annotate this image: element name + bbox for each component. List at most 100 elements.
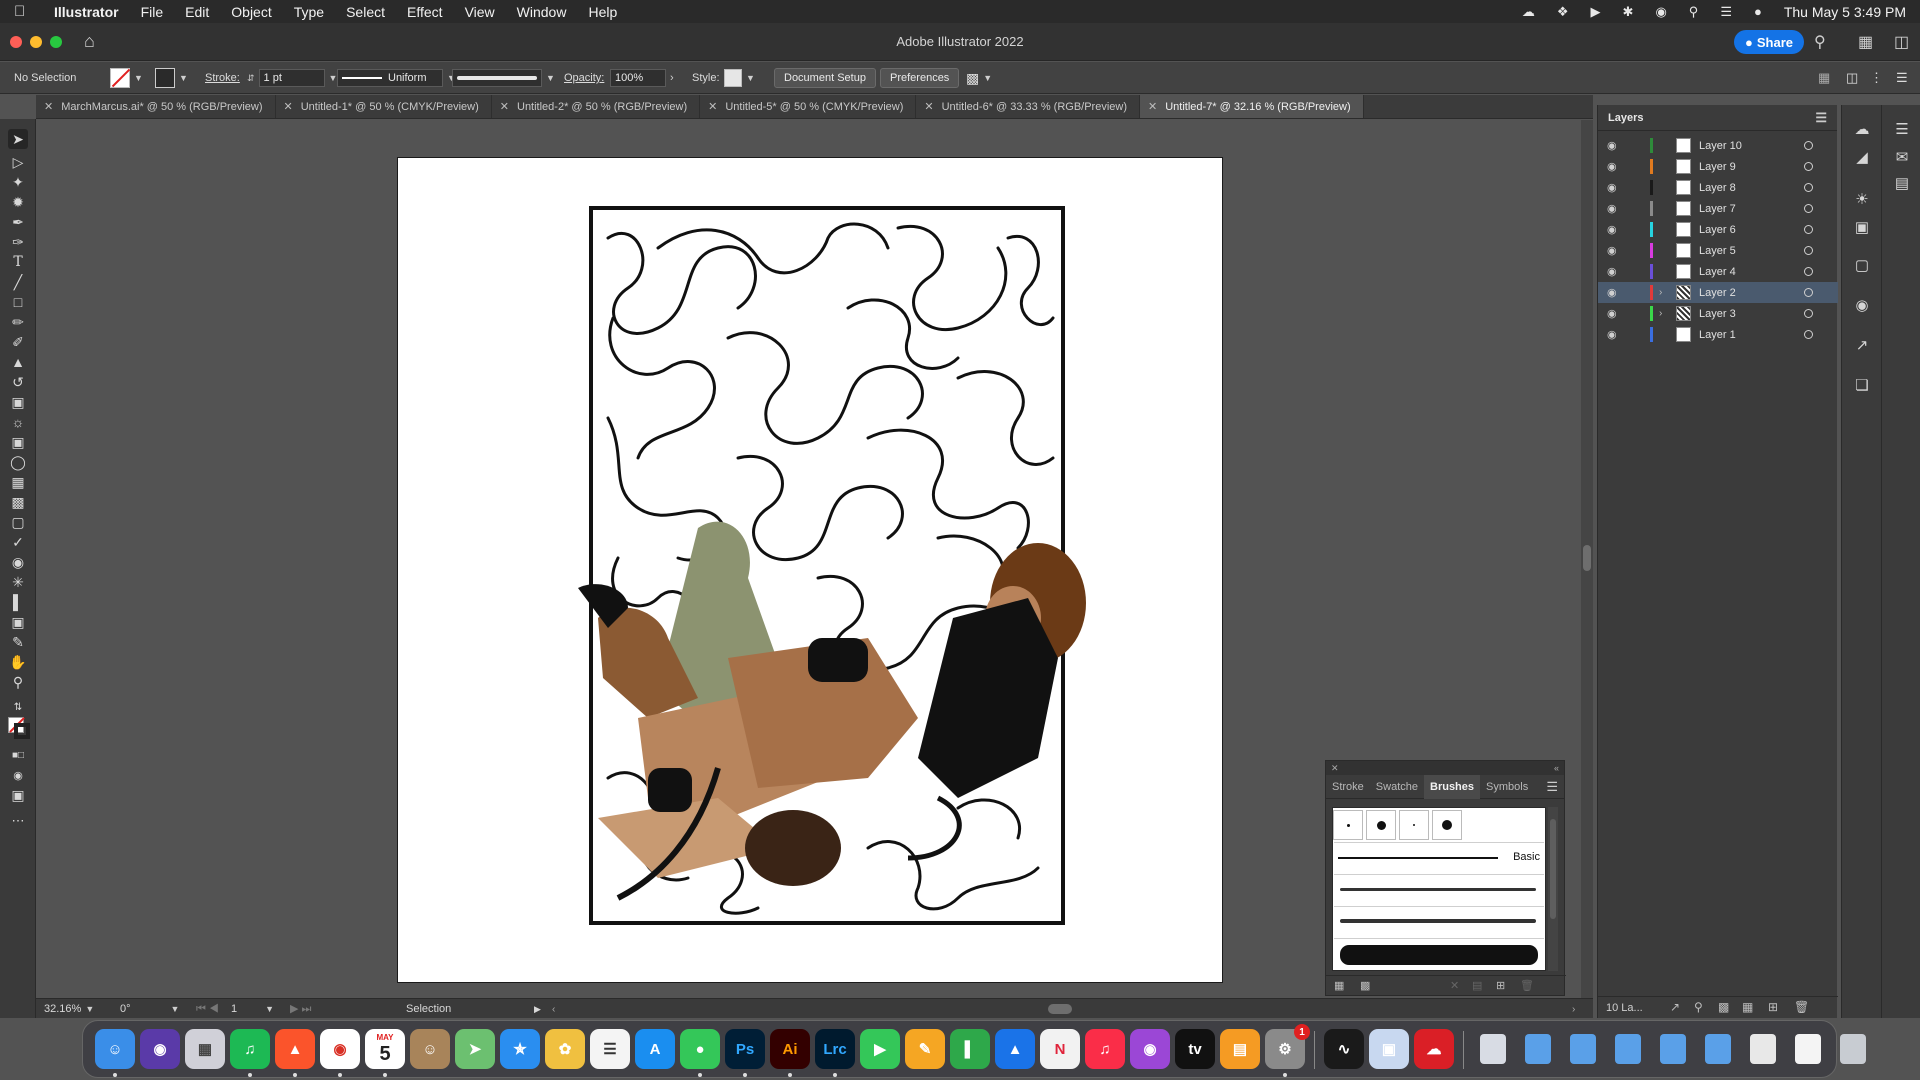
dock-app-reminders[interactable]: ☰: [590, 1029, 630, 1069]
first-artboard-icon[interactable]: ⏮ ◀: [196, 1001, 219, 1017]
dock-app-app-store[interactable]: A: [635, 1029, 675, 1069]
preferences-button[interactable]: Preferences: [880, 68, 960, 88]
curvature-tool-icon[interactable]: ✑: [8, 232, 28, 252]
gradient-tool-icon[interactable]: ▢: [8, 512, 28, 532]
dock-app-preview[interactable]: ▣: [1369, 1029, 1409, 1069]
layer-row[interactable]: ◉ Layer 4: [1598, 261, 1838, 282]
dock-app-chrome[interactable]: ◉: [320, 1029, 360, 1069]
swap-colors-icon[interactable]: ⇅: [8, 697, 28, 717]
shape-builder-tool-icon[interactable]: ◯: [8, 452, 28, 472]
lasso-tool-icon[interactable]: ✹: [8, 192, 28, 212]
libraries-icon[interactable]: ☁: [1852, 119, 1872, 139]
stroke-weight-field[interactable]: 1 pt: [258, 69, 325, 87]
layer-row[interactable]: ◉ Layer 9: [1598, 156, 1838, 177]
brush-basic[interactable]: Basic: [1334, 842, 1544, 872]
zoom-select[interactable]: 32.16% ▼: [44, 1001, 94, 1017]
wifi-icon[interactable]: ◉: [1655, 4, 1666, 20]
document-tab[interactable]: ✕ Untitled-2* @ 50 % (RGB/Preview): [492, 95, 701, 118]
zoom-tool-icon[interactable]: ⚲: [8, 672, 28, 692]
scrollbar-thumb[interactable]: [1583, 545, 1591, 571]
dock-item-screenshot-stack[interactable]: [1743, 1029, 1783, 1069]
layer-row[interactable]: ◉ › Layer 2: [1598, 282, 1838, 303]
chevron-down-icon[interactable]: ▼: [179, 73, 188, 83]
panel-menu-icon[interactable]: ☰: [1546, 779, 1558, 795]
target-icon[interactable]: [1804, 288, 1813, 297]
close-panel-icon[interactable]: ✕: [1331, 763, 1339, 774]
dock-item-folder-1[interactable]: [1518, 1029, 1558, 1069]
search-icon[interactable]: ⚲: [1814, 32, 1826, 52]
dock-item-folder-3[interactable]: [1608, 1029, 1648, 1069]
blend-tool-icon[interactable]: ◉: [8, 552, 28, 572]
selection-tool-icon[interactable]: ➤: [8, 129, 28, 149]
dock-app-pages[interactable]: ✎: [905, 1029, 945, 1069]
dock-app-news[interactable]: N: [1040, 1029, 1080, 1069]
type-tool-icon[interactable]: T: [8, 252, 28, 272]
dropbox-icon[interactable]: ❖: [1557, 4, 1569, 20]
layer-row[interactable]: ◉ Layer 6: [1598, 219, 1838, 240]
layer-row[interactable]: ◉ Layer 7: [1598, 198, 1838, 219]
dock-app-books[interactable]: ▤: [1220, 1029, 1260, 1069]
menu-window[interactable]: Window: [517, 4, 567, 20]
dock-app-music[interactable]: ♫: [1085, 1029, 1125, 1069]
export-icon[interactable]: ↗: [1670, 1000, 1680, 1014]
dock-app-messages[interactable]: ●: [680, 1029, 720, 1069]
target-icon[interactable]: [1804, 141, 1813, 150]
transform-icon[interactable]: ▣: [1852, 217, 1872, 237]
dock-app-keynote[interactable]: ▲: [995, 1029, 1035, 1069]
tab-symbols[interactable]: Symbols: [1480, 775, 1534, 799]
libraries-panel-icon[interactable]: ▩: [1360, 979, 1370, 992]
eyedropper-tool-icon[interactable]: ✓: [8, 532, 28, 552]
eye-icon[interactable]: ◉: [1607, 181, 1617, 194]
dock-app-creative-cloud[interactable]: ☁: [1414, 1029, 1454, 1069]
brush-list-scrollbar[interactable]: [1548, 807, 1558, 971]
fill-swatch[interactable]: ▼: [110, 68, 143, 88]
close-window-button[interactable]: [10, 35, 22, 48]
dock-app-tv[interactable]: tv: [1175, 1029, 1215, 1069]
rectangle-tool-icon[interactable]: □: [8, 292, 28, 312]
dock-item-folder-4[interactable]: [1653, 1029, 1693, 1069]
opacity-field[interactable]: 100%: [610, 69, 666, 87]
brush-definition-select[interactable]: ▼: [452, 68, 555, 88]
target-icon[interactable]: [1804, 162, 1813, 171]
layer-row[interactable]: ◉ Layer 5: [1598, 240, 1838, 261]
minimize-window-button[interactable]: [30, 35, 42, 48]
column-graph-tool-icon[interactable]: ▌: [8, 592, 28, 612]
menu-type[interactable]: Type: [294, 4, 324, 20]
menu-app-name[interactable]: Illustrator: [54, 4, 119, 20]
scroll-left-icon[interactable]: ‹: [552, 1001, 555, 1017]
eye-icon[interactable]: ◉: [1607, 223, 1617, 236]
dock-app-photos[interactable]: ✿: [545, 1029, 585, 1069]
collapse-panel-icon[interactable]: «: [1554, 763, 1559, 773]
document-tab[interactable]: ✕ Untitled-1* @ 50 % (CMYK/Preview): [276, 95, 492, 118]
brush-charcoal-medium[interactable]: [1334, 906, 1544, 936]
stroke-color-swatch[interactable]: [155, 68, 175, 88]
eye-icon[interactable]: ◉: [1607, 139, 1617, 152]
bluetooth-icon[interactable]: ✱: [1623, 4, 1634, 20]
eraser-tool-icon[interactable]: ▲: [8, 352, 28, 372]
brush-dot-medium[interactable]: [1366, 810, 1396, 840]
search-icon[interactable]: ⚲: [1689, 4, 1699, 20]
arrange-documents-icon[interactable]: ▩ ▼: [966, 68, 992, 88]
dock-app-podcasts[interactable]: ◉: [1130, 1029, 1170, 1069]
target-icon[interactable]: [1804, 225, 1813, 234]
opacity-label[interactable]: Opacity:: [564, 68, 604, 88]
menu-help[interactable]: Help: [588, 4, 617, 20]
style-swatch[interactable]: [724, 69, 742, 87]
dock-app-ps[interactable]: Ps: [725, 1029, 765, 1069]
dock-app-finder[interactable]: ☺: [95, 1029, 135, 1069]
scroll-right-icon[interactable]: ›: [1572, 1001, 1575, 1017]
document-tab-active[interactable]: ✕ Untitled-7* @ 32.16 % (RGB/Preview): [1140, 95, 1364, 118]
comments-icon[interactable]: ✉: [1892, 147, 1912, 167]
tab-swatches[interactable]: Swatche: [1370, 775, 1424, 799]
brush-dot-large[interactable]: [1432, 810, 1462, 840]
menu-file[interactable]: File: [141, 4, 164, 20]
pathfinder-icon[interactable]: ❏: [1852, 375, 1872, 395]
dock-app-ai[interactable]: Ai: [770, 1029, 810, 1069]
brush-thick-ink[interactable]: [1334, 938, 1544, 968]
dock-item-document-stack[interactable]: [1788, 1029, 1828, 1069]
chevron-down-icon[interactable]: ▼: [134, 73, 143, 83]
control-center-icon[interactable]: ☰: [1720, 4, 1732, 20]
brush-libraries-icon[interactable]: ▦: [1334, 979, 1344, 992]
warp-tool-icon[interactable]: ☼: [8, 412, 28, 432]
appearance-icon[interactable]: ☀: [1852, 189, 1872, 209]
